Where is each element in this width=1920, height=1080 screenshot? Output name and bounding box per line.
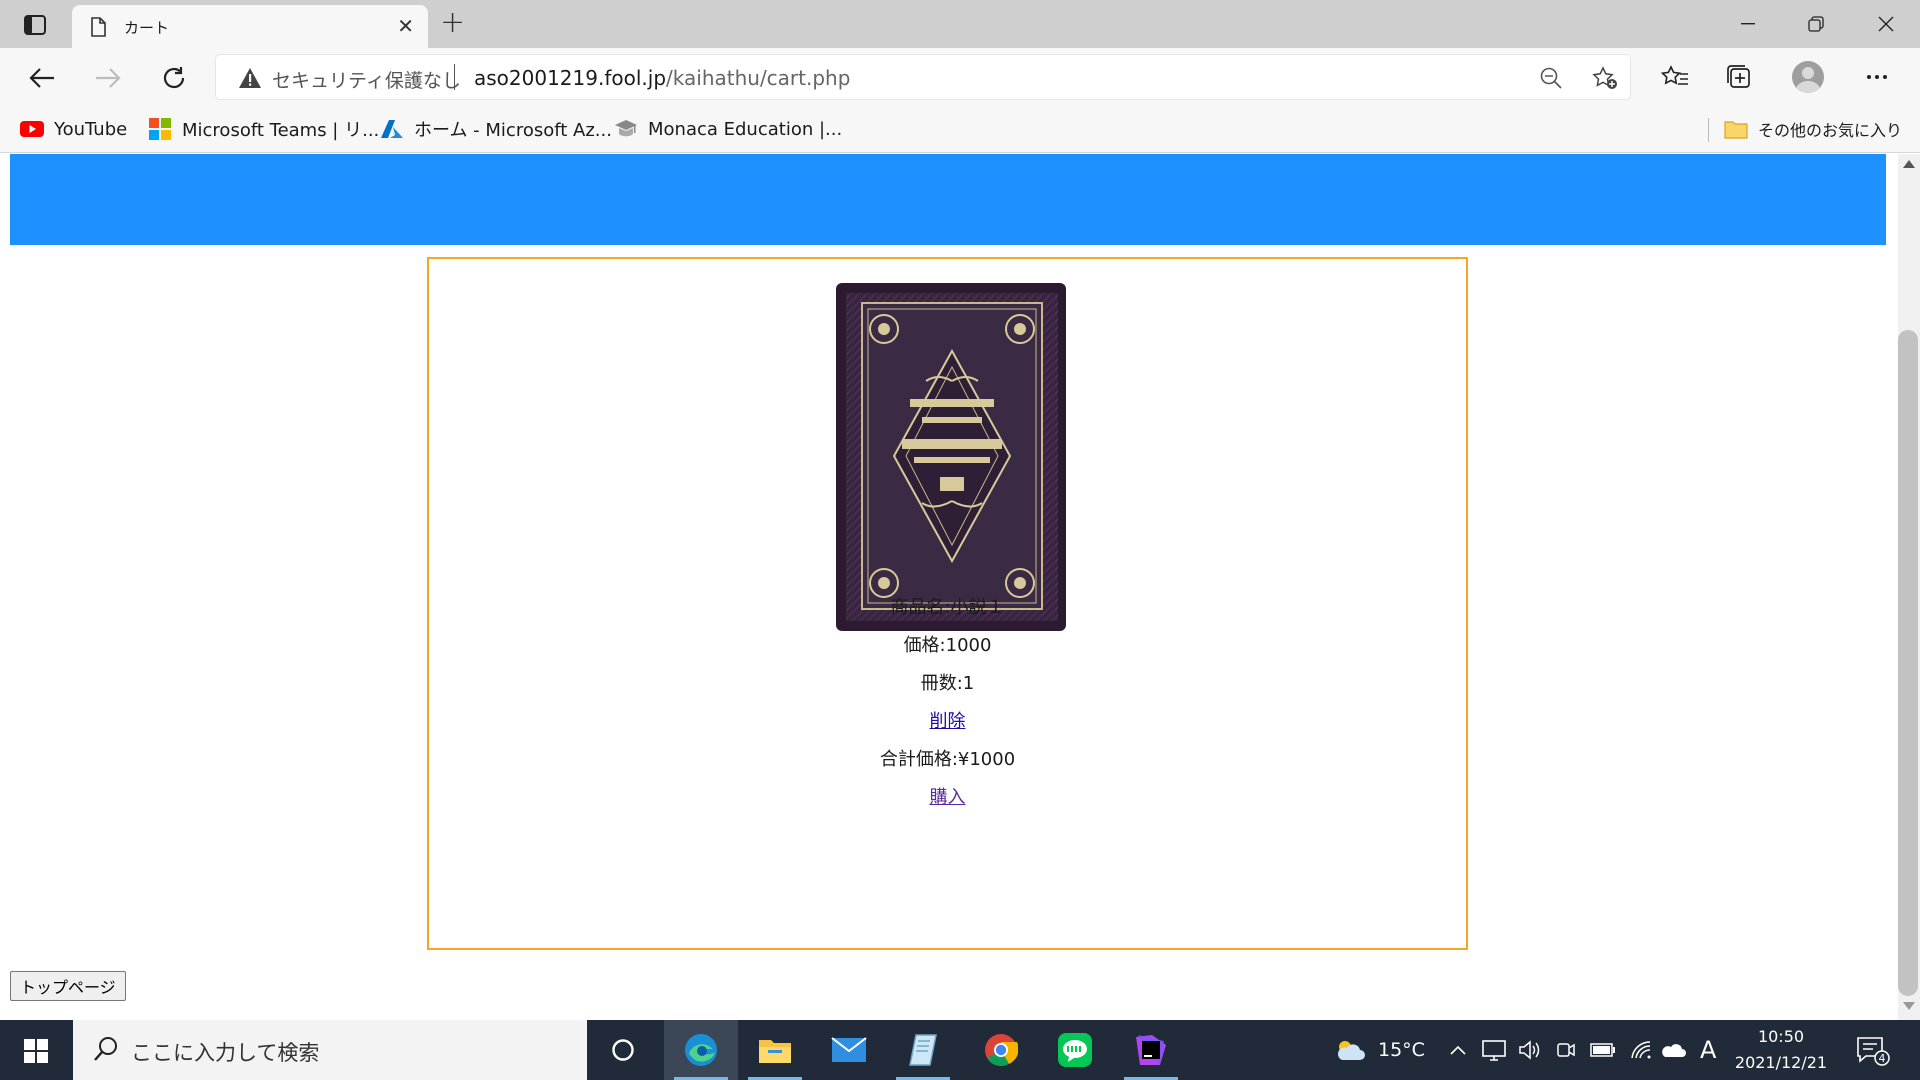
divider [454,64,455,90]
delete-link[interactable]: 削除 [930,711,966,732]
favorites-icon[interactable] [1658,60,1692,94]
ime-indicator[interactable]: A [1700,1020,1716,1080]
line-app-icon[interactable] [1038,1020,1112,1080]
azure-icon [380,117,404,141]
search-placeholder: ここに入力して検索 [131,1041,320,1065]
tab-title: カート [124,19,170,37]
meet-now-icon[interactable] [1556,1020,1576,1080]
more-options-icon[interactable] [1860,60,1894,94]
tab-strip: カート ✕ + [0,0,1920,48]
purchase-link[interactable]: 購入 [930,787,966,808]
header-banner [10,154,1886,245]
back-icon[interactable] [24,60,60,96]
other-favorites[interactable]: その他のお気に入り [1724,116,1902,142]
navigation-bar: セキュリティ保護なし aso2001219.fool.jp/kaihathu/c… [0,48,1920,106]
cart-box: 商品名:小説１ 価格:1000 冊数:1 削除 合計価格:¥1000 購入 [427,257,1468,950]
product-quantity: 冊数:1 [920,673,975,694]
youtube-icon [20,117,44,141]
bookmarks-bar: YouTube Microsoft Teams | リ... ホーム - Mic… [0,106,1920,153]
temperature: 15°C [1378,1039,1425,1061]
new-tab-icon[interactable]: + [440,8,465,38]
bookmark-azure[interactable]: ホーム - Microsoft Az... [380,116,612,142]
active-tab[interactable]: カート ✕ [72,5,428,48]
phpstorm-icon[interactable] [1114,1020,1188,1080]
edge-taskbar-icon[interactable] [664,1020,738,1080]
bookmark-monaca[interactable]: Monaca Education |... [614,116,842,142]
file-explorer-icon[interactable] [738,1020,812,1080]
document-icon [90,17,106,41]
microsoft-icon [148,117,172,141]
display-icon[interactable] [1482,1020,1506,1080]
notification-center-icon[interactable]: 4 [1856,1036,1890,1070]
bookmark-microsoft-teams[interactable]: Microsoft Teams | リ... [148,116,379,142]
battery-icon[interactable] [1590,1020,1616,1080]
purchase-row: 購入 [429,783,1466,809]
address-bar[interactable]: セキュリティ保護なし aso2001219.fool.jp/kaihathu/c… [216,55,1630,99]
profile-avatar[interactable] [1792,61,1824,93]
notepad-app-icon[interactable] [886,1020,960,1080]
windows-start-icon[interactable] [14,1034,58,1068]
restore-icon[interactable] [1782,0,1850,48]
wifi-icon[interactable] [1630,1020,1652,1080]
collections-icon[interactable] [1722,60,1756,94]
monaca-icon [614,117,638,141]
close-tab-icon[interactable]: ✕ [397,16,414,36]
book-image [836,283,1066,631]
bookmarks-divider [1708,118,1709,142]
search-icon [93,1036,119,1066]
page-content: 商品名:小説１ 価格:1000 冊数:1 削除 合計価格:¥1000 購入 トッ… [0,154,1898,1020]
tab-actions-icon[interactable] [14,10,56,40]
weather-widget[interactable]: 15°C [1334,1020,1425,1080]
clock-date: 2021/12/21 [1734,1053,1828,1072]
show-hidden-icons-icon[interactable] [1450,1020,1466,1080]
refresh-icon[interactable] [156,60,192,96]
bookmark-youtube[interactable]: YouTube [20,116,127,142]
scroll-down-arrow-icon[interactable] [1903,1002,1915,1010]
notification-count: 4 [1879,1052,1886,1065]
product-name: 商品名:小説１ [890,597,1005,618]
close-window-icon[interactable] [1852,0,1920,48]
scrollbar-thumb[interactable] [1898,330,1918,996]
mail-icon[interactable] [812,1020,886,1080]
minimize-icon[interactable] [1714,0,1782,48]
security-label[interactable]: セキュリティ保護なし [272,66,461,93]
clock-time: 10:50 [1757,1027,1805,1046]
taskbar-search[interactable]: ここに入力して検索 [73,1020,587,1080]
clock[interactable]: 10:50 2021/12/21 [1726,1024,1836,1076]
scroll-up-arrow-icon[interactable] [1903,160,1915,168]
total-price: 合計価格:¥1000 [879,749,1016,770]
product-price: 価格:1000 [903,635,992,656]
zoom-out-icon[interactable] [1538,65,1564,91]
delete-row: 削除 [429,707,1466,733]
warning-icon[interactable] [238,67,262,93]
cortana-icon[interactable] [586,1020,660,1080]
url-text[interactable]: aso2001219.fool.jp/kaihathu/cart.php [474,66,850,90]
forward-icon [90,60,126,96]
chrome-icon[interactable] [964,1020,1038,1080]
top-page-button[interactable]: トップページ [10,971,126,1001]
folder-icon [1724,117,1748,141]
onedrive-icon[interactable] [1660,1020,1686,1080]
taskbar: ここに入力して検索 15°C A 10:50 2021/12/21 4 [0,1020,1920,1080]
add-favorite-icon[interactable] [1592,65,1618,91]
volume-icon[interactable] [1518,1020,1542,1080]
